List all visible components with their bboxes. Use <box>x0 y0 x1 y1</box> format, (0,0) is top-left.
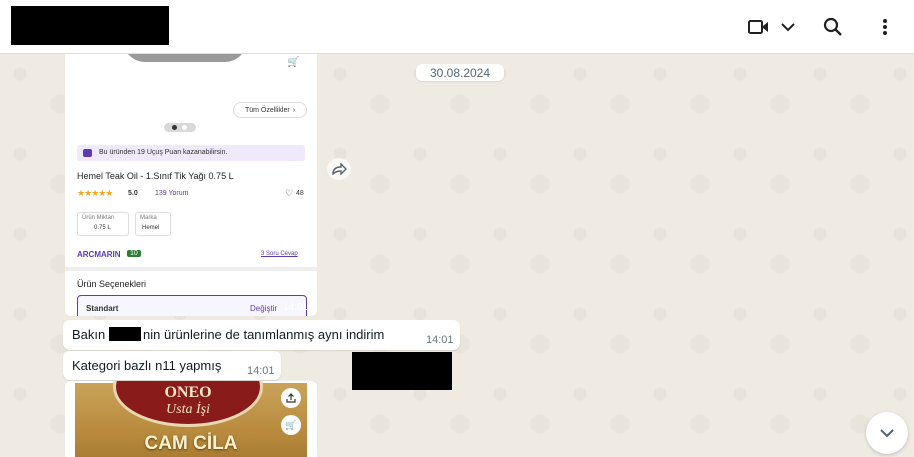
message-bubble[interactable]: Kategori bazlı n11 yapmış 14:01 <box>63 351 281 380</box>
product-screenshot-message[interactable]: 🛒 Tüm Özellikler › Bu üründen 19 Uçuş Pu… <box>65 54 317 316</box>
scroll-to-bottom-button[interactable] <box>866 412 908 454</box>
message-bubble[interactable]: Bakın nin ürünlerine de tanımlanmış aynı… <box>63 320 460 350</box>
seller-name[interactable]: ARCMARIN <box>77 250 121 259</box>
redacted-block <box>352 352 452 390</box>
menu-dots-icon <box>883 19 887 35</box>
brand-value: Hemel <box>142 225 160 231</box>
message-text-start: Bakın <box>72 327 106 342</box>
seller-score-badge: 10 <box>127 250 141 257</box>
search-icon <box>823 17 842 36</box>
carousel-dots[interactable] <box>164 123 196 132</box>
logo-badge: ONEO Usta İşi <box>113 381 263 427</box>
message-text: Kategori bazlı n11 yapmış <box>72 358 222 373</box>
date-separator: 30.08.2024 <box>416 64 504 81</box>
brand-logo-text: ONEO <box>164 384 212 401</box>
redacted-contact-name <box>11 6 169 45</box>
forward-button[interactable] <box>327 158 351 180</box>
chevron-down-icon <box>781 23 795 32</box>
rating-value: 5.0 <box>128 190 138 197</box>
quantity-chip[interactable]: Ürün Miktarı 0.75 L <box>77 212 129 236</box>
cart-icon: 🛒 <box>285 419 297 430</box>
seller-row: ARCMARIN 10 3 Soru Cevap <box>77 250 307 262</box>
heart-icon[interactable]: ♡ <box>285 188 293 199</box>
reviews-link[interactable]: 139 Yorum <box>155 190 188 197</box>
points-text: Bu üründen 19 Uçuş Puan kazanabilirsin. <box>99 149 228 156</box>
features-button[interactable]: Tüm Özellikler › <box>233 102 307 118</box>
redacted-word <box>109 327 141 341</box>
brand-sub-text: Usta İşi <box>166 402 210 417</box>
options-title: Ürün Seçenekleri <box>77 279 147 289</box>
message-time: 14:01 <box>426 334 454 346</box>
chat-header <box>0 0 914 54</box>
points-banner: Bu üründen 19 Uçuş Puan kazanabilirsin. <box>77 145 305 161</box>
divider <box>65 267 317 271</box>
carousel-dot <box>182 125 187 130</box>
product-title: Hemel Teak Oil - 1.Sınıf Tik Yağı 0.75 L <box>77 171 234 181</box>
quantity-value: 0.75 L <box>94 225 111 231</box>
quantity-label: Ürün Miktarı <box>82 215 115 221</box>
product-image <box>123 54 247 62</box>
chevron-down-icon <box>880 429 894 438</box>
message-time: 14:01 <box>247 365 275 377</box>
option-value: Standart <box>86 304 119 313</box>
rating-stars-icon: ★★★★★ <box>77 188 113 198</box>
points-icon <box>83 149 92 157</box>
likes-count: 48 <box>296 190 304 197</box>
brand-label: Marka <box>140 215 157 221</box>
product-label-text: CAM CİLA <box>144 433 238 454</box>
video-call-button[interactable] <box>744 14 800 40</box>
video-call-icon <box>748 20 768 34</box>
forward-icon <box>332 163 347 175</box>
chat-area[interactable]: 30.08.2024 🛒 Tüm Özellikler › Bu üründen… <box>0 54 914 457</box>
carousel-dot-active <box>172 125 177 130</box>
cart-button[interactable]: 🛒 <box>281 415 301 435</box>
photo-message[interactable]: ONEO Usta İşi CAM CİLA 🛒 <box>65 381 317 457</box>
share-icon <box>286 393 296 403</box>
option-change-link[interactable]: Değiştir <box>250 304 277 313</box>
menu-button[interactable] <box>874 14 896 40</box>
product-photo: ONEO Usta İşi CAM CİLA <box>75 381 307 457</box>
features-button-label: Tüm Özellikler <box>244 106 290 114</box>
brand-chip[interactable]: Marka Hemel <box>135 212 171 236</box>
share-button[interactable] <box>281 388 301 408</box>
chevron-right-icon: › <box>292 106 296 114</box>
qa-link[interactable]: 3 Soru Cevap <box>261 251 298 257</box>
option-selector[interactable]: Standart Değiştir <box>77 295 307 316</box>
cart-icon[interactable]: 🛒 <box>287 57 299 68</box>
message-text-end: nin ürünlerine de tanımlanmış aynı indir… <box>143 327 385 342</box>
message-time: 14:01 <box>283 302 309 313</box>
search-button[interactable] <box>820 14 846 40</box>
rating-row: ★★★★★ 5.0 139 Yorum ♡ 48 <box>77 188 307 201</box>
